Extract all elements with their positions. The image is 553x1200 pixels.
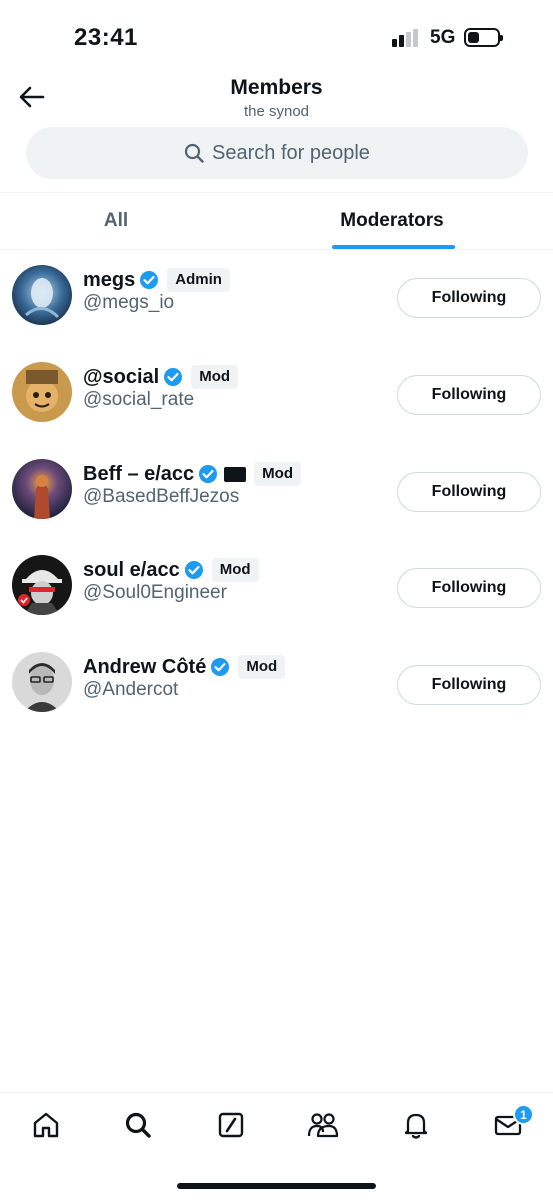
member-row[interactable]: megs Admin @megs_io Following: [0, 265, 553, 361]
member-row[interactable]: soul e/acc Mod @Soul0Engineer Following: [0, 555, 553, 651]
nav-home[interactable]: [26, 1107, 66, 1143]
home-icon: [33, 1112, 59, 1138]
verified-badge-icon: [139, 270, 159, 290]
page-subtitle: the synod: [243, 103, 310, 120]
grok-icon: [218, 1112, 244, 1138]
home-indicator[interactable]: [177, 1183, 376, 1189]
communities-icon: [307, 1113, 339, 1138]
member-handle: @BasedBeffJezos: [83, 486, 240, 507]
divider: [0, 249, 553, 250]
status-time: 23:41: [74, 24, 138, 51]
member-name: Beff – e/acc: [83, 462, 195, 485]
verified-badge-icon: [210, 657, 230, 677]
messages-count-badge: 1: [513, 1104, 534, 1125]
following-button[interactable]: Following: [397, 375, 541, 415]
member-name: @social: [83, 365, 160, 388]
cellular-signal-icon: [392, 29, 420, 47]
search-input[interactable]: Search for people: [26, 127, 528, 179]
verified-badge-icon: [184, 560, 204, 580]
tab-all[interactable]: All: [0, 193, 232, 249]
avatar[interactable]: [12, 459, 72, 519]
member-row[interactable]: Beff – e/acc Mod @BasedBeffJezos Followi…: [0, 459, 553, 555]
nav-notifications[interactable]: [396, 1107, 436, 1143]
nav-grok[interactable]: [211, 1107, 251, 1143]
member-name-line: soul e/acc Mod: [83, 557, 259, 583]
member-name-line: @social Mod: [83, 364, 239, 390]
avatar[interactable]: [12, 265, 72, 325]
member-row[interactable]: Andrew Côté Mod @Andercot Following: [0, 652, 553, 748]
verified-badge-icon: [198, 464, 218, 484]
battery-icon: [464, 28, 503, 47]
member-handle: @Andercot: [83, 679, 179, 700]
verified-badge-icon: [163, 367, 183, 387]
avatar[interactable]: [12, 362, 72, 422]
member-handle: @Soul0Engineer: [83, 582, 227, 603]
avatar[interactable]: [12, 555, 72, 615]
network-type: 5G: [430, 27, 456, 48]
member-name: megs: [83, 268, 136, 291]
member-name: soul e/acc: [83, 558, 180, 581]
affiliation-badge-icon: [224, 466, 247, 482]
page-title: Members: [230, 76, 323, 99]
tab-moderators[interactable]: Moderators: [276, 193, 508, 249]
search-placeholder: Search for people: [212, 141, 370, 164]
notifications-icon: [404, 1113, 428, 1139]
status-bar: 23:41 5G: [0, 0, 553, 70]
nav-communities[interactable]: [303, 1107, 343, 1143]
role-badge: Mod: [211, 558, 259, 582]
role-badge: Admin: [167, 268, 230, 292]
member-handle: @social_rate: [83, 389, 195, 410]
member-name-line: megs Admin: [83, 267, 230, 293]
role-badge: Mod: [191, 365, 239, 389]
role-badge: Mod: [254, 462, 301, 486]
following-button[interactable]: Following: [397, 665, 541, 705]
member-handle: @megs_io: [83, 292, 175, 313]
avatar[interactable]: [12, 652, 72, 712]
member-name: Andrew Côté: [83, 655, 207, 678]
role-badge: Mod: [238, 655, 286, 679]
following-button[interactable]: Following: [397, 568, 541, 608]
search-icon: [184, 143, 204, 163]
member-name-line: Beff – e/acc Mod: [83, 461, 301, 487]
following-button[interactable]: Following: [397, 278, 541, 318]
member-name-line: Andrew Côté Mod: [83, 654, 286, 680]
nav-search[interactable]: [118, 1107, 158, 1143]
search-icon: [125, 1112, 151, 1138]
following-button[interactable]: Following: [397, 472, 541, 512]
member-row[interactable]: @social Mod @social_rate Following: [0, 362, 553, 458]
